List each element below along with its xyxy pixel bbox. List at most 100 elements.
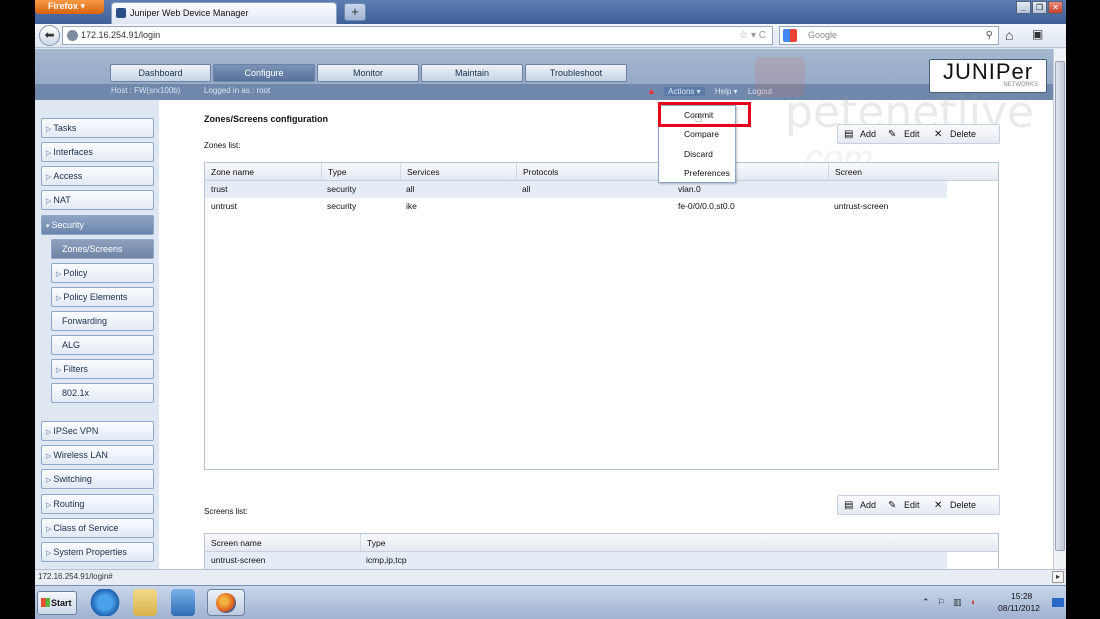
- expand-icon: ▷: [46, 453, 52, 460]
- actions-menu-button[interactable]: Actions ▾: [664, 87, 705, 96]
- sidebar-item-alg[interactable]: ALG: [51, 335, 154, 355]
- sidebar-item-routing[interactable]: ▷ Routing: [41, 494, 154, 514]
- nav-maintain[interactable]: Maintain: [421, 64, 523, 82]
- sidebar-label: NAT: [53, 195, 71, 205]
- resize-grip-icon[interactable]: ▸: [1052, 571, 1064, 583]
- add-icon[interactable]: ▤: [844, 129, 853, 140]
- title-bar: Firefox ▾ Juniper Web Device Manager + _…: [35, 0, 1066, 24]
- sidebar-label: Interfaces: [53, 147, 93, 157]
- firefox-taskbar-button[interactable]: [207, 589, 245, 616]
- bookmark-star-icon[interactable]: ☆ ▾ C: [739, 27, 766, 44]
- cell-services: all: [406, 184, 415, 194]
- sidebar-item-tasks[interactable]: ▷ Tasks: [41, 118, 154, 138]
- delete-icon[interactable]: ✕: [934, 129, 942, 140]
- home-icon[interactable]: ⌂: [1005, 27, 1013, 43]
- column-type[interactable]: Type: [321, 163, 400, 181]
- nav-configure[interactable]: Configure: [213, 64, 315, 82]
- zones-edit-button[interactable]: Edit: [904, 129, 920, 139]
- back-button[interactable]: ⬅: [39, 25, 60, 46]
- column-services[interactable]: Services: [400, 163, 516, 181]
- firefox-menu-button[interactable]: Firefox ▾: [35, 0, 104, 14]
- sidebar-item-filters[interactable]: ▷ Filters: [51, 359, 154, 379]
- vertical-scrollbar[interactable]: [1053, 49, 1066, 569]
- warning-icon[interactable]: ▲: [647, 86, 656, 96]
- screen: Firefox ▾ Juniper Web Device Manager + _…: [0, 0, 1100, 619]
- google-icon[interactable]: [783, 29, 797, 42]
- delete-icon[interactable]: ✕: [934, 500, 942, 511]
- tray-expand-icon[interactable]: ⌃: [922, 597, 930, 608]
- scrollbar-thumb[interactable]: [1055, 61, 1065, 551]
- table-row[interactable]: trust security all all vlan.0: [205, 181, 947, 198]
- sidebar-item-zones-screens[interactable]: Zones/Screens: [51, 239, 154, 259]
- sidebar-item-switching[interactable]: ▷ Switching: [41, 469, 154, 489]
- expand-icon: ▷: [56, 271, 62, 278]
- search-bar[interactable]: Google ⚲: [779, 26, 999, 45]
- action-center-flag-icon[interactable]: ⚐: [937, 597, 945, 608]
- help-menu-button[interactable]: Help ▾: [715, 87, 738, 96]
- zones-add-button[interactable]: Add: [860, 129, 876, 139]
- cell-screen-type: icmp,ip,tcp: [366, 555, 407, 565]
- menu-item-preferences[interactable]: Preferences: [659, 164, 735, 183]
- zones-delete-button[interactable]: Delete: [950, 129, 976, 139]
- start-button[interactable]: Start: [37, 591, 77, 615]
- screens-add-button[interactable]: Add: [860, 500, 876, 510]
- edit-icon[interactable]: ✎: [888, 500, 896, 511]
- menu-item-compare[interactable]: Compare: [659, 125, 735, 144]
- menu-item-discard[interactable]: Discard: [659, 145, 735, 164]
- column-screen-name[interactable]: Screen name: [205, 534, 360, 552]
- sidebar-label: Filters: [63, 364, 88, 374]
- table-row[interactable]: untrust-screen icmp,ip,tcp: [205, 552, 947, 569]
- sidebar-item-security[interactable]: ▾ Security: [41, 215, 154, 235]
- sidebar-item-system-properties[interactable]: ▷ System Properties: [41, 542, 154, 562]
- sidebar-item-wireless-lan[interactable]: ▷ Wireless LAN: [41, 445, 154, 465]
- file-explorer-icon[interactable]: [133, 589, 157, 616]
- sidebar-item-policy[interactable]: ▷ Policy: [51, 263, 154, 283]
- minimize-icon[interactable]: _: [1016, 1, 1031, 14]
- table-row[interactable]: untrust security ike fe-0/0/0.0,st0.0 un…: [205, 198, 947, 215]
- maximize-icon[interactable]: ❐: [1032, 1, 1047, 14]
- sidebar-item-access[interactable]: ▷ Access: [41, 166, 154, 186]
- column-screen[interactable]: Screen: [828, 163, 947, 181]
- sidebar-item-interfaces[interactable]: ▷ Interfaces: [41, 142, 154, 162]
- new-tab-button[interactable]: +: [344, 3, 366, 21]
- volume-muted-icon[interactable]: ◐: [971, 597, 976, 607]
- internet-explorer-icon[interactable]: [90, 589, 120, 616]
- close-icon[interactable]: ✕: [1048, 1, 1063, 14]
- navigation-bar: ⬅ 172.16.254.91/login ☆ ▾ C Google ⚲ ⌂ ▣: [35, 24, 1066, 48]
- start-label: Start: [51, 598, 72, 608]
- column-zone-name[interactable]: Zone name: [205, 163, 321, 181]
- nav-monitor[interactable]: Monitor: [317, 64, 419, 82]
- sidebar-item-nat[interactable]: ▷ NAT: [41, 190, 154, 210]
- sidebar-item-ipsec-vpn[interactable]: ▷ IPSec VPN: [41, 421, 154, 441]
- logout-link[interactable]: Logout: [748, 87, 772, 96]
- browser-tab[interactable]: Juniper Web Device Manager: [111, 2, 337, 24]
- column-screen-type[interactable]: Type: [360, 534, 947, 552]
- show-desktop-icon[interactable]: [1052, 598, 1064, 607]
- column-protocols[interactable]: Protocols: [516, 163, 672, 181]
- zones-list-label: Zones list:: [204, 141, 241, 150]
- expand-icon: ▷: [46, 502, 52, 509]
- edit-icon[interactable]: ✎: [888, 129, 896, 140]
- clock-time[interactable]: 15:28: [1011, 591, 1032, 601]
- search-icon[interactable]: ⚲: [986, 27, 993, 44]
- add-icon[interactable]: ▤: [844, 500, 853, 511]
- expand-icon: ▷: [46, 198, 52, 205]
- url-bar[interactable]: 172.16.254.91/login ☆ ▾ C: [62, 26, 773, 45]
- media-player-icon[interactable]: [171, 589, 195, 616]
- expand-icon: ▷: [46, 174, 52, 181]
- nav-troubleshoot[interactable]: Troubleshoot: [525, 64, 627, 82]
- expand-icon: ▷: [56, 295, 62, 302]
- clock-date[interactable]: 08/11/2012: [998, 603, 1040, 613]
- nav-dashboard[interactable]: Dashboard: [110, 64, 211, 82]
- sidebar-item-policy-elements[interactable]: ▷ Policy Elements: [51, 287, 154, 307]
- bookmarks-icon[interactable]: ▣: [1032, 27, 1043, 41]
- screens-delete-button[interactable]: Delete: [950, 500, 976, 510]
- cell-zone-name: trust: [211, 184, 228, 194]
- network-icon[interactable]: ▥: [953, 597, 962, 608]
- screens-edit-button[interactable]: Edit: [904, 500, 920, 510]
- sidebar-item-forwarding[interactable]: Forwarding: [51, 311, 154, 331]
- site-identity-icon[interactable]: [67, 30, 78, 41]
- sidebar-item-8021x[interactable]: 802.1x: [51, 383, 154, 403]
- sidebar-item-class-of-service[interactable]: ▷ Class of Service: [41, 518, 154, 538]
- status-bar: 172.16.254.91/login# ▸: [35, 569, 1066, 585]
